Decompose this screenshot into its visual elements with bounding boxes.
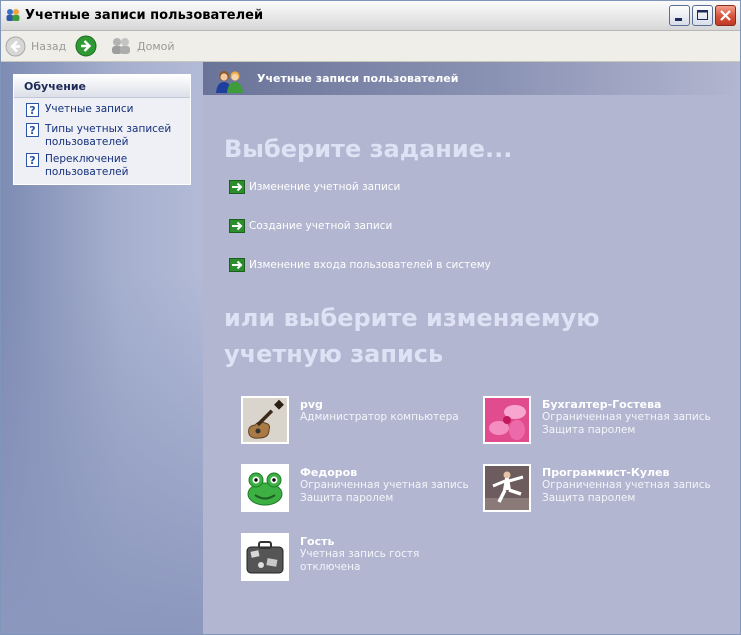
users-home-icon: [112, 38, 130, 54]
account-password-status: Защита паролем: [542, 424, 636, 436]
green-arrow-icon: [229, 180, 245, 194]
account-type: Учетная запись гостя: [300, 548, 420, 560]
account-password-status: Защита паролем: [542, 492, 636, 504]
back-button[interactable]: Назад: [5, 35, 66, 57]
svg-text:?: ?: [29, 124, 35, 137]
minimize-button[interactable]: [669, 5, 690, 26]
task-change-logon[interactable]: Изменение входа пользователей в систему: [229, 258, 491, 272]
task-create-account[interactable]: Создание учетной записи: [229, 219, 392, 233]
svg-text:?: ?: [29, 104, 35, 117]
pick-account-heading: или выберите изменяемую учетную запись: [224, 304, 600, 368]
account-type: Ограниченная учетная запись: [300, 479, 469, 491]
forward-button[interactable]: [75, 35, 97, 57]
main-header-title: Учетные записи пользователей: [257, 72, 459, 85]
account-type: Администратор компьютера: [300, 411, 459, 423]
maximize-button[interactable]: [692, 5, 713, 26]
green-arrow-icon: [229, 219, 245, 233]
forward-arrow-icon: [75, 35, 97, 57]
close-icon: [720, 10, 731, 21]
account-name: Бухгалтер-Гостева: [542, 398, 662, 411]
svg-text:?: ?: [29, 154, 35, 167]
flower-picture: [483, 396, 531, 444]
minimize-icon: [675, 18, 682, 21]
account-status: отключена: [300, 561, 361, 573]
learn-item-switch-users[interactable]: ? Переключение пользователей: [26, 153, 136, 179]
account-type: Ограниченная учетная запись: [542, 479, 711, 491]
user-accounts-window: Учетные записи пользователей Назад Домой…: [0, 0, 741, 635]
users-icon: [5, 7, 21, 23]
account-name: Программист-Кулев: [542, 466, 670, 479]
account-name: Федоров: [300, 466, 358, 479]
guitar-picture: [241, 396, 289, 444]
task-change-account[interactable]: Изменение учетной записи: [229, 180, 400, 194]
account-tile-guest[interactable]: Гость Учетная запись гостя отключена: [241, 533, 419, 581]
account-tile-kulev[interactable]: Программист-Кулев Ограниченная учетная з…: [483, 464, 711, 512]
back-label: Назад: [31, 39, 67, 53]
account-password-status: Защита паролем: [300, 492, 394, 504]
learn-panel-title: Обучение: [14, 75, 190, 98]
title-bar[interactable]: Учетные записи пользователей: [1, 1, 740, 31]
account-tile-pvg[interactable]: pvg Администратор компьютера: [241, 396, 459, 444]
window-title: Учетные записи пользователей: [25, 8, 264, 23]
close-button[interactable]: [715, 5, 736, 26]
navigation-toolbar: Назад Домой: [1, 31, 740, 62]
home-button[interactable]: Домой: [110, 35, 175, 57]
main-pane: Учетные записи пользователей Выберите за…: [203, 62, 740, 634]
account-name: pvg: [300, 398, 323, 411]
green-arrow-icon: [229, 258, 245, 272]
pick-task-heading: Выберите задание...: [224, 135, 513, 163]
learn-item-account-types[interactable]: ? Типы учетных записей пользователей: [26, 123, 176, 149]
account-name: Гость: [300, 535, 335, 548]
learn-panel: Обучение ? Учетные записи ? Типы учетных…: [13, 74, 191, 185]
help-icon: ?: [26, 123, 39, 137]
account-tile-fedorov[interactable]: Федоров Ограниченная учетная запись Защи…: [241, 464, 469, 512]
help-icon: ?: [26, 153, 39, 167]
frog-picture: [241, 464, 289, 512]
karate-picture: [483, 464, 531, 512]
account-tile-gosteva[interactable]: Бухгалтер-Гостева Ограниченная учетная з…: [483, 396, 711, 444]
learn-item-accounts[interactable]: ? Учетные записи: [26, 103, 133, 117]
main-header: Учетные записи пользователей: [203, 62, 740, 95]
suitcase-picture: [241, 533, 289, 581]
help-icon: ?: [26, 103, 39, 117]
home-label: Домой: [137, 39, 175, 53]
account-type: Ограниченная учетная запись: [542, 411, 711, 423]
left-pane: Обучение ? Учетные записи ? Типы учетных…: [1, 62, 203, 634]
maximize-icon: [697, 10, 708, 20]
back-arrow-icon: [5, 36, 26, 56]
user-accounts-icon: [216, 71, 243, 93]
